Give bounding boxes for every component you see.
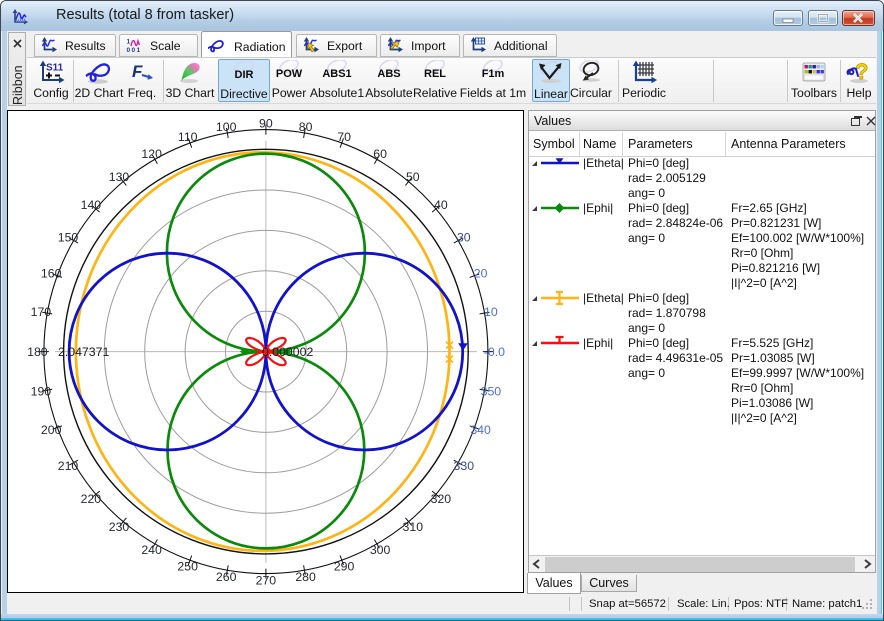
svg-text:330: 330	[454, 459, 475, 473]
svg-text:40: 40	[434, 198, 448, 212]
svg-text:60: 60	[373, 147, 387, 161]
svg-text:0: 0	[127, 47, 131, 53]
svg-text:30: 30	[457, 231, 471, 245]
svg-text:270: 270	[256, 573, 277, 587]
svg-text:230: 230	[109, 520, 130, 534]
svg-text:300: 300	[370, 543, 391, 557]
svg-text:20: 20	[474, 267, 488, 281]
svg-text:210: 210	[58, 459, 79, 473]
svg-text:ABS1: ABS1	[322, 68, 351, 80]
svg-text:340: 340	[470, 423, 491, 437]
svg-text:110: 110	[178, 130, 198, 144]
svg-text:350: 350	[481, 385, 502, 399]
svg-text:1: 1	[137, 47, 141, 53]
svg-text:0: 0	[132, 47, 136, 53]
svg-text:130: 130	[109, 170, 130, 184]
svg-text:150: 150	[58, 231, 79, 245]
svg-text:190: 190	[31, 385, 52, 399]
svg-text:250: 250	[177, 560, 198, 574]
svg-text:170: 170	[31, 305, 52, 319]
svg-text:F1m: F1m	[482, 68, 505, 80]
svg-text:200: 200	[41, 423, 62, 437]
svg-text:2.047371: 2.047371	[58, 345, 109, 359]
svg-text:50: 50	[406, 170, 420, 184]
svg-text:160: 160	[41, 267, 62, 281]
svg-text:120: 120	[141, 147, 162, 161]
svg-text:240: 240	[141, 543, 162, 557]
svg-text:260: 260	[216, 570, 237, 584]
svg-text:10: 10	[484, 305, 498, 319]
svg-text:180: 180	[27, 345, 48, 359]
svg-text:ABS: ABS	[377, 68, 400, 80]
svg-text:220: 220	[81, 492, 102, 506]
svg-text:REL: REL	[424, 68, 446, 80]
svg-text:POW: POW	[276, 68, 303, 80]
svg-text:DIR: DIR	[235, 69, 254, 81]
svg-text:S11: S11	[46, 63, 64, 74]
svg-text:1: 1	[127, 39, 131, 46]
svg-text:-0.0: -0.0	[484, 345, 505, 359]
svg-text:280: 280	[295, 570, 316, 584]
svg-text:F: F	[132, 62, 143, 81]
svg-text:320: 320	[431, 492, 452, 506]
svg-text:140: 140	[81, 198, 102, 212]
svg-text:0.000002: 0.000002	[262, 345, 313, 359]
svg-text:290: 290	[334, 560, 355, 574]
svg-text:80: 80	[299, 120, 313, 134]
svg-text:70: 70	[337, 130, 351, 144]
svg-text:100: 100	[216, 120, 237, 134]
svg-text:90: 90	[259, 116, 273, 130]
svg-text:310: 310	[403, 520, 424, 534]
